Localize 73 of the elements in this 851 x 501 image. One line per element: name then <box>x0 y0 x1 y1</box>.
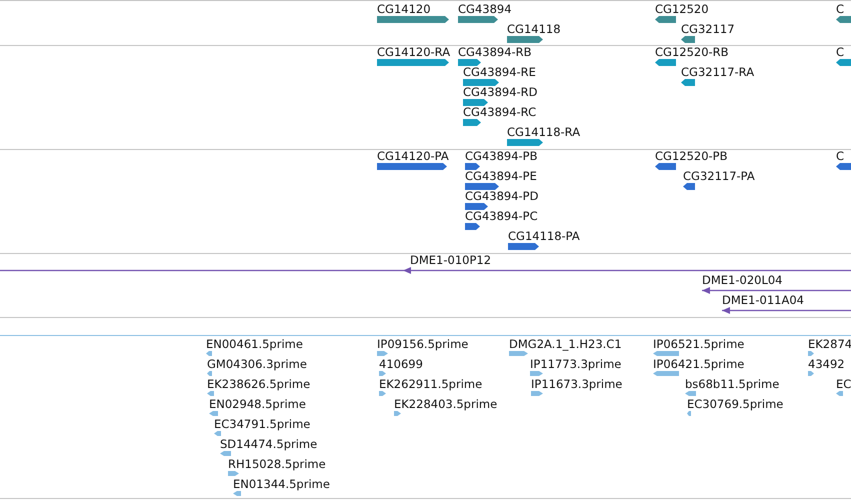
feature-arrow[interactable] <box>836 163 851 170</box>
feature-label: CG32117 <box>681 23 735 36</box>
feature-label: C <box>836 3 844 16</box>
feature-arrow[interactable] <box>508 243 539 250</box>
feature-label: CG43894-RB <box>458 46 532 59</box>
feature-arrow[interactable] <box>655 163 676 170</box>
feature-arrow[interactable] <box>683 183 695 190</box>
feature-arrow[interactable] <box>377 163 447 170</box>
feature-label: IP11773.3prime <box>530 358 622 371</box>
feature-label: DMG2A.1_1.H23.C1 <box>509 338 622 351</box>
feature-label: EC34791.5prime <box>214 418 310 431</box>
feature-arrow[interactable] <box>507 139 543 146</box>
feature-label: IP06421.5prime <box>653 358 744 371</box>
feature-arrow[interactable] <box>463 119 481 126</box>
feature-label: CG43894-PD <box>465 190 538 203</box>
feature-arrow[interactable] <box>681 79 695 86</box>
feature-label: EN01344.5prime <box>233 478 330 491</box>
feature-label: CG14118-PA <box>508 230 580 243</box>
feature-arrow[interactable] <box>465 183 499 190</box>
feature-label: C <box>836 46 844 59</box>
feature-label: DME1-011A04 <box>722 294 804 307</box>
feature-label: 43492 <box>808 358 845 371</box>
feature-label: CG43894-PB <box>465 150 538 163</box>
feature-label: RH15028.5prime <box>228 458 326 471</box>
feature-label: EN00461.5prime <box>206 338 303 351</box>
feature-arrow[interactable] <box>0 267 851 274</box>
feature-label: CG12520 <box>655 3 709 16</box>
feature-arrow[interactable] <box>463 79 499 86</box>
feature-label: bs68b11.5prime <box>685 378 780 391</box>
feature-arrow[interactable] <box>465 203 488 210</box>
feature-label: EC <box>836 378 851 391</box>
feature-arrow[interactable] <box>458 59 481 66</box>
feature-label: CG43894-PC <box>465 210 538 223</box>
feature-label: CG43894-PE <box>465 170 537 183</box>
feature-label: CG32117-PA <box>683 170 755 183</box>
feature-arrow[interactable] <box>465 163 480 170</box>
feature-label: GM04306.3prime <box>207 358 307 371</box>
feature-arrow[interactable] <box>702 287 851 294</box>
feature-label: CG43894-RC <box>463 106 536 119</box>
feature-arrow[interactable] <box>463 99 488 106</box>
feature-label: CG43894-RE <box>463 66 536 79</box>
feature-arrow[interactable] <box>458 16 498 23</box>
feature-label: CG14118-RA <box>507 126 580 139</box>
feature-label: EK228403.5prime <box>394 398 498 411</box>
feature-arrow[interactable] <box>836 16 851 23</box>
feature-label: EK262911.5prime <box>379 378 482 391</box>
feature-arrow[interactable] <box>507 36 543 43</box>
feature-label: C <box>836 150 844 163</box>
feature-arrow[interactable] <box>655 16 676 23</box>
feature-label: CG32117-RA <box>681 66 754 79</box>
feature-label: EN02948.5prime <box>209 398 306 411</box>
feature-label: CG14120-RA <box>377 46 450 59</box>
feature-label: CG43894-RD <box>463 86 538 99</box>
feature-label: EC30769.5prime <box>687 398 784 411</box>
feature-label: CG12520-PB <box>655 150 728 163</box>
feature-label: 410699 <box>379 358 423 371</box>
feature-arrow[interactable] <box>465 223 480 230</box>
feature-label: DME1-010P12 <box>410 254 492 267</box>
feature-arrow[interactable] <box>655 59 676 66</box>
feature-label: IP09156.5prime <box>377 338 468 351</box>
feature-label: CG43894 <box>458 3 512 16</box>
feature-label: CG12520-RB <box>655 46 729 59</box>
feature-arrow[interactable] <box>722 307 851 314</box>
feature-label: DME1-020L04 <box>702 274 782 287</box>
feature-label: IP11673.3prime <box>531 378 622 391</box>
feature-arrow[interactable] <box>681 36 695 43</box>
feature-label: CG14120 <box>377 3 431 16</box>
feature-label: SD14474.5prime <box>220 438 318 451</box>
feature-label: EK238626.5prime <box>207 378 310 391</box>
feature-label: CG14120-PA <box>377 150 449 163</box>
feature-label: IP06521.5prime <box>653 338 744 351</box>
feature-arrow[interactable] <box>836 59 851 66</box>
feature-label: CG14118 <box>507 23 561 36</box>
